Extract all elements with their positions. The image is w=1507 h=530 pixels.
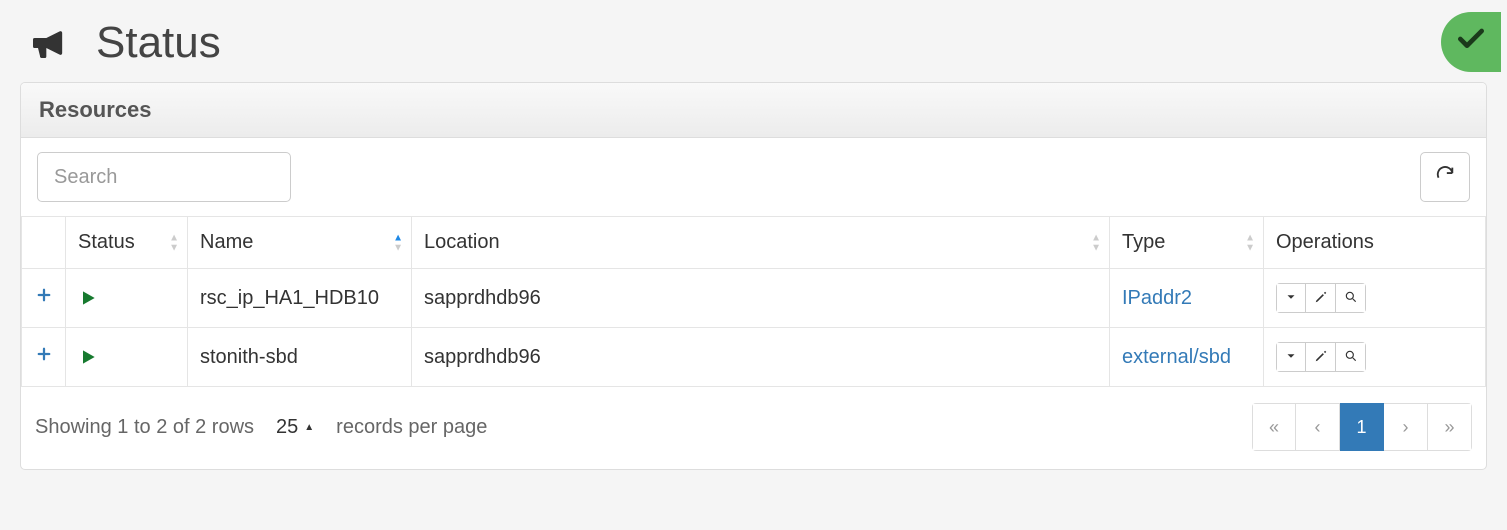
page-number-button[interactable]: 1 <box>1340 403 1384 451</box>
table-footer: Showing 1 to 2 of 2 rows 25 ▲ records pe… <box>21 387 1486 469</box>
caret-down-icon <box>1284 349 1298 366</box>
caret-down-icon <box>1284 290 1298 307</box>
check-icon <box>1455 23 1487 61</box>
column-label: Status <box>78 231 135 253</box>
column-operations: Operations <box>1264 217 1486 269</box>
cell-name: rsc_ip_HA1_HDB10 <box>188 269 412 328</box>
caret-up-icon: ▲ <box>304 422 314 433</box>
row-menu-button[interactable] <box>1276 283 1306 313</box>
column-type[interactable]: Type ▲▼ <box>1110 217 1264 269</box>
sort-icon: ▲▼ <box>1091 233 1101 252</box>
column-label: Type <box>1122 231 1165 253</box>
type-link[interactable]: IPaddr2 <box>1122 287 1192 309</box>
page-first-button[interactable]: « <box>1252 403 1296 451</box>
table-row: stonith-sbd sapprdhdb96 external/sbd <box>22 328 1486 387</box>
column-label: Operations <box>1276 231 1374 253</box>
resources-table: Status ▲▼ Name ▲▼ Location ▲▼ Type ▲▼ <box>21 216 1486 387</box>
column-label: Name <box>200 231 253 253</box>
expand-row-button[interactable] <box>34 345 53 369</box>
type-link[interactable]: external/sbd <box>1122 346 1231 368</box>
search-icon <box>1344 290 1358 307</box>
bullhorn-icon <box>28 23 68 63</box>
row-menu-button[interactable] <box>1276 342 1306 372</box>
table-row: rsc_ip_HA1_HDB10 sapprdhdb96 IPaddr2 <box>22 269 1486 328</box>
page-header: Status <box>20 18 1487 82</box>
cell-location: sapprdhdb96 <box>412 269 1110 328</box>
rows-summary: Showing 1 to 2 of 2 rows <box>35 416 254 439</box>
sort-icon: ▲▼ <box>169 233 179 252</box>
page-last-button[interactable]: » <box>1428 403 1472 451</box>
column-location[interactable]: Location ▲▼ <box>412 217 1110 269</box>
column-name[interactable]: Name ▲▼ <box>188 217 412 269</box>
row-edit-button[interactable] <box>1306 283 1336 313</box>
sort-icon: ▲▼ <box>1245 233 1255 252</box>
row-operations <box>1276 342 1366 372</box>
plus-icon <box>35 345 53 369</box>
pencil-icon <box>1314 349 1328 366</box>
panel-title: Resources <box>21 83 1486 138</box>
row-details-button[interactable] <box>1336 342 1366 372</box>
sort-icon: ▲▼ <box>393 233 403 252</box>
page-prev-button[interactable]: ‹ <box>1296 403 1340 451</box>
page-size-selector[interactable]: 25 ▲ <box>276 416 314 439</box>
resources-panel: Resources Status ▲▼ Name <box>20 82 1487 470</box>
pagination: « ‹ 1 › » <box>1252 403 1472 451</box>
running-status-icon <box>78 346 175 368</box>
column-status[interactable]: Status ▲▼ <box>66 217 188 269</box>
expand-row-button[interactable] <box>34 286 53 310</box>
search-input[interactable] <box>37 152 291 202</box>
page-next-button[interactable]: › <box>1384 403 1428 451</box>
refresh-button[interactable] <box>1420 152 1470 202</box>
pencil-icon <box>1314 290 1328 307</box>
cell-location: sapprdhdb96 <box>412 328 1110 387</box>
search-icon <box>1344 349 1358 366</box>
row-details-button[interactable] <box>1336 283 1366 313</box>
column-expand <box>22 217 66 269</box>
page-title: Status <box>96 18 221 68</box>
cell-name: stonith-sbd <box>188 328 412 387</box>
row-edit-button[interactable] <box>1306 342 1336 372</box>
records-per-page-label: records per page <box>336 416 487 439</box>
page-size-value: 25 <box>276 416 298 439</box>
refresh-icon <box>1434 163 1456 191</box>
row-operations <box>1276 283 1366 313</box>
plus-icon <box>35 286 53 310</box>
running-status-icon <box>78 287 175 309</box>
toolbar <box>21 138 1486 216</box>
column-label: Location <box>424 231 500 253</box>
cluster-status-ok-badge <box>1441 12 1501 72</box>
